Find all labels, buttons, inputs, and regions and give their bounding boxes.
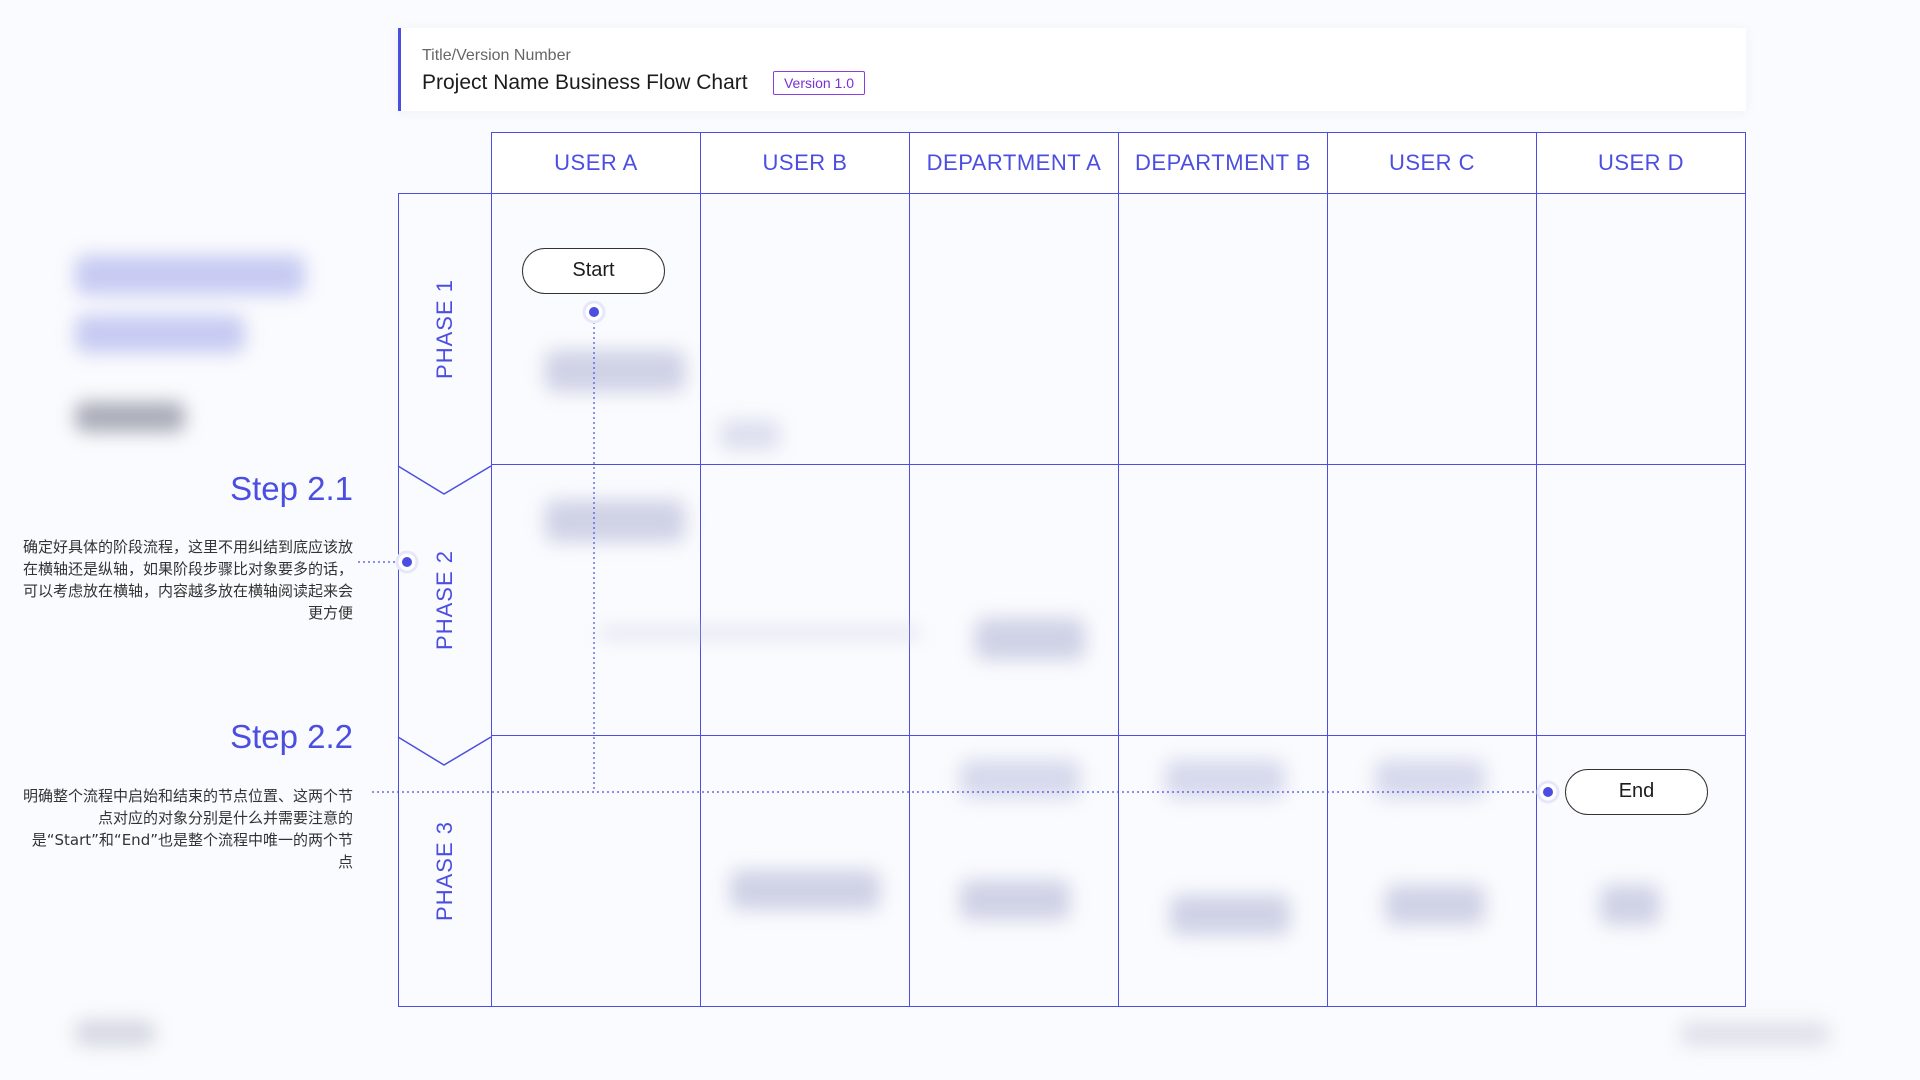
step-2-2-text: 明确整个流程中启始和结束的节点位置、这两个节点对应的对象分别是什么并需要注意的是… xyxy=(23,787,354,871)
step-2-1-text: 确定好具体的阶段流程，这里不用纠结到底应该放在横轴还是纵轴，如果阶段步骤比对象要… xyxy=(23,538,354,622)
step-2-2-title: Step 2.2 xyxy=(230,718,353,755)
start-node[interactable]: Start xyxy=(522,248,665,294)
phase-2-chevron xyxy=(397,736,492,766)
phase-1-chevron xyxy=(397,465,492,495)
step-2-1-title: Step 2.1 xyxy=(230,470,353,507)
phase-note-marker xyxy=(402,557,412,567)
end-node[interactable]: End xyxy=(1565,769,1708,815)
start-marker xyxy=(589,307,599,317)
end-marker xyxy=(1543,787,1553,797)
